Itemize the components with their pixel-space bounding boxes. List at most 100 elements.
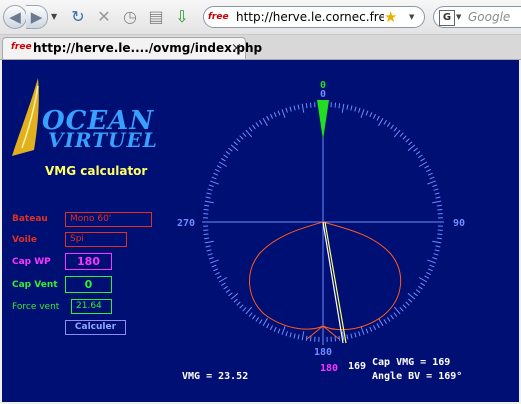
compass-tick [383, 119, 388, 125]
compass-tick [399, 307, 404, 312]
compass-tick [393, 127, 398, 132]
compass-tick [211, 264, 217, 268]
compass-tick [301, 103, 305, 113]
compass-tick [228, 292, 233, 297]
compass-tick [393, 312, 398, 317]
compass-tick [210, 259, 219, 264]
compass-tick [305, 103, 308, 109]
compass-tick [358, 331, 361, 337]
compass-tick [386, 122, 391, 127]
compass-tick [437, 233, 443, 236]
compass-tick [293, 105, 296, 111]
angle-bv-result: Angle BV = 169° [372, 371, 463, 382]
compass-tick [434, 249, 440, 252]
compass-tick [214, 168, 220, 173]
compass-tick [281, 109, 286, 118]
search-bar[interactable]: G ▼ Google [433, 6, 521, 28]
compass-tick [297, 104, 300, 110]
compass-tick [369, 112, 373, 118]
wind-cone-icon [317, 100, 329, 140]
compass-tick [390, 124, 394, 130]
history-dropdown-icon[interactable]: ▼ [51, 12, 57, 21]
compass-tick [223, 285, 228, 290]
search-placeholder[interactable]: Google [468, 10, 510, 25]
reload-icon[interactable]: ↻ [68, 7, 88, 27]
compass-tick [245, 129, 253, 138]
compass-tick [239, 135, 244, 140]
compass-tick [427, 268, 433, 272]
back-button[interactable]: ◀ [3, 5, 27, 29]
compass-tick [258, 119, 263, 125]
compass-tick [402, 304, 407, 309]
compass-tick [205, 245, 211, 248]
compass-tick [378, 117, 384, 127]
compass-tick [346, 334, 349, 340]
compass-tick [415, 289, 421, 293]
compass-tick [432, 240, 442, 244]
compass-tick [220, 282, 226, 287]
tab-active[interactable]: free http://herve.le..../ovmg/index.php … [2, 37, 262, 59]
compass-tick [350, 333, 353, 339]
compass-tick [213, 268, 219, 272]
compass-tick [273, 326, 277, 332]
compass-tick [365, 328, 369, 334]
compass-tick [252, 124, 256, 130]
download-icon[interactable]: ⇩ [172, 7, 192, 27]
url-dropdown-icon[interactable]: ▼ [409, 13, 414, 21]
compass-tick [427, 180, 436, 185]
compass-tick [358, 107, 361, 113]
compass-tick [204, 237, 210, 240]
compass-tick [418, 277, 428, 283]
compass-tick [230, 144, 239, 152]
compass-tick [225, 289, 231, 293]
address-bar[interactable]: free http://herve.le.cornec.free.f ★ ▼ [203, 6, 425, 28]
compass-tick [426, 168, 432, 173]
compass-tick [334, 102, 337, 108]
compass-tick [301, 331, 305, 341]
compass-tick [437, 208, 443, 211]
bookmark-star-icon[interactable]: ★ [384, 8, 397, 26]
compass-tick [376, 323, 380, 329]
compass-tick [376, 115, 380, 121]
url-text[interactable]: http://herve.le.cornec.free.f [236, 10, 384, 25]
search-engine-icon[interactable]: G [439, 10, 455, 26]
compass-tick [233, 141, 238, 146]
page-content: OCEAN VIRTUEL VMG calculator Bateau Mono… [2, 60, 519, 402]
stop-icon[interactable]: ✕ [94, 7, 114, 27]
compass-tick [372, 325, 377, 331]
compass-tick [407, 144, 416, 152]
compass-tick [424, 275, 430, 279]
compass-tick [228, 147, 233, 152]
history-icon[interactable]: ◷ [120, 7, 140, 27]
compass-tick [413, 147, 418, 152]
new-folder-icon[interactable]: ▤ [146, 7, 166, 27]
forward-button[interactable]: ▶ [26, 5, 48, 29]
right-label: 90 [453, 218, 465, 229]
compass-tick [386, 317, 391, 322]
compass-tick [293, 333, 296, 339]
compass-tick [436, 237, 442, 240]
top-blue-label: 0 [320, 89, 326, 100]
compass-tick [415, 151, 421, 155]
compass-tick [258, 319, 263, 325]
compass-tick [418, 154, 423, 159]
compass-tick [269, 113, 274, 119]
compass-tick [277, 328, 281, 334]
vmg-result: VMG = 23.52 [182, 371, 249, 382]
compass-tick [239, 304, 244, 309]
compass-tick [433, 188, 439, 191]
compass-tick [424, 165, 430, 169]
compass-tick [210, 180, 219, 185]
search-engine-dropdown-icon[interactable]: ▼ [456, 13, 461, 21]
compass-tick [262, 317, 268, 327]
compass-tick [432, 184, 438, 187]
compass-tick [285, 107, 288, 113]
compass-tick [297, 334, 300, 340]
compass-tick [204, 240, 214, 244]
compass-tick [427, 259, 436, 264]
tab-close-icon[interactable]: × [231, 41, 242, 56]
compass-tick [236, 301, 241, 306]
compass-tick [208, 184, 214, 187]
compass-tick [205, 196, 211, 199]
compass-tick [225, 151, 231, 155]
